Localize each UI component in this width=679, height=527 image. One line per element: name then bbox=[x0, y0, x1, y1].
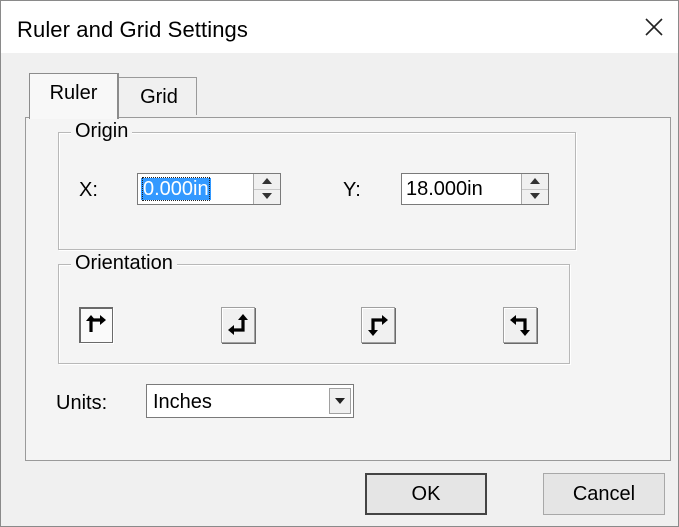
orientation-group-label: Orientation bbox=[71, 252, 177, 275]
x-origin-increment-button[interactable] bbox=[254, 174, 280, 190]
axis-up-left-icon bbox=[228, 314, 248, 335]
y-origin-increment-button[interactable] bbox=[522, 174, 548, 190]
origin-group-label: Origin bbox=[71, 120, 133, 143]
y-origin-stepper[interactable]: 18.000in bbox=[401, 173, 549, 205]
title-bar: Ruler and Grid Settings bbox=[1, 1, 678, 53]
x-origin-value: 0.000in bbox=[142, 177, 210, 201]
spin-up-icon bbox=[262, 178, 272, 184]
ruler-tab-panel: Origin X: 0.000in Y: 18.000in Orientatio… bbox=[25, 117, 671, 461]
close-icon bbox=[645, 18, 663, 36]
cancel-button[interactable]: Cancel bbox=[543, 473, 665, 515]
y-origin-spin-buttons bbox=[521, 174, 548, 204]
x-label: X: bbox=[79, 179, 98, 201]
y-origin-value: 18.000in bbox=[406, 178, 483, 200]
ok-button[interactable]: OK bbox=[365, 473, 487, 515]
y-origin-decrement-button[interactable] bbox=[522, 189, 548, 204]
units-dropdown-button[interactable] bbox=[329, 388, 351, 414]
spin-down-icon bbox=[530, 193, 540, 199]
orientation-up-right-button[interactable] bbox=[79, 307, 113, 343]
spin-down-icon bbox=[262, 193, 272, 199]
units-selected-value: Inches bbox=[153, 391, 212, 413]
x-origin-decrement-button[interactable] bbox=[254, 189, 280, 204]
y-origin-input[interactable]: 18.000in bbox=[406, 178, 483, 200]
axis-up-right-icon bbox=[86, 315, 106, 332]
tab-grid-label: Grid bbox=[140, 86, 178, 108]
units-select[interactable]: Inches bbox=[146, 384, 354, 418]
y-label: Y: bbox=[343, 179, 361, 201]
x-origin-input[interactable]: 0.000in bbox=[141, 177, 211, 201]
chevron-down-icon bbox=[335, 398, 345, 404]
axis-down-right-icon bbox=[368, 315, 388, 336]
x-origin-spin-buttons bbox=[253, 174, 280, 204]
ruler-grid-dialog: Ruler and Grid Settings Ruler Grid Origi… bbox=[0, 0, 679, 527]
close-button[interactable] bbox=[636, 11, 672, 43]
origin-group: Origin X: 0.000in Y: 18.000in bbox=[58, 120, 576, 250]
x-origin-stepper[interactable]: 0.000in bbox=[137, 173, 281, 205]
orientation-up-left-button[interactable] bbox=[221, 307, 255, 343]
orientation-down-right-button[interactable] bbox=[361, 307, 395, 343]
orientation-down-left-button[interactable] bbox=[503, 307, 537, 343]
tab-ruler-label: Ruler bbox=[49, 82, 98, 104]
tab-grid[interactable]: Grid bbox=[117, 77, 197, 115]
dialog-title: Ruler and Grid Settings bbox=[17, 17, 248, 42]
axis-down-left-icon bbox=[510, 315, 530, 336]
orientation-group: Orientation bbox=[58, 252, 570, 364]
units-label: Units: bbox=[56, 392, 108, 414]
tab-ruler[interactable]: Ruler bbox=[29, 73, 119, 119]
spin-up-icon bbox=[530, 178, 540, 184]
